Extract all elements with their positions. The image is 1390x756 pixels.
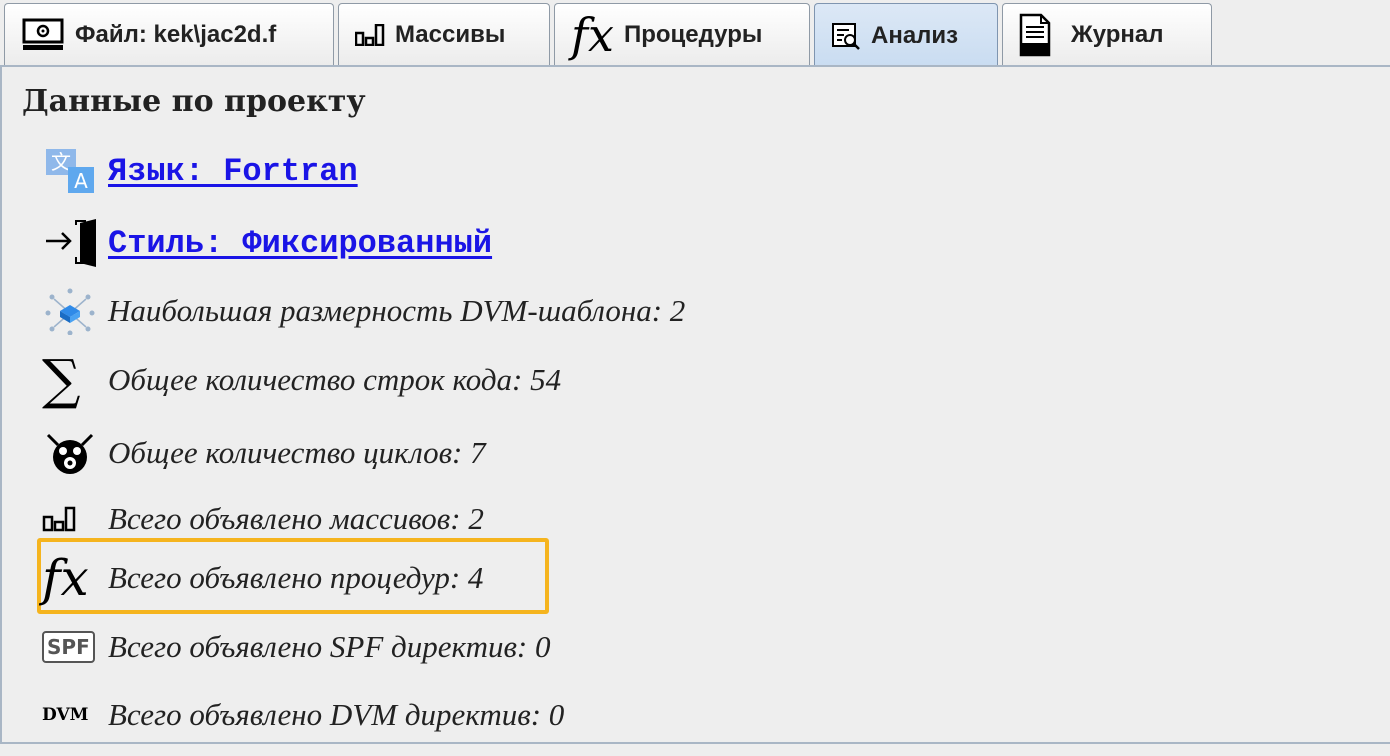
arrays-text: Всего объявлено массивов: 2 [108, 501, 484, 536]
procedures-text: Всего объявлено процедур: 4 [108, 560, 484, 595]
distribution-icon [42, 286, 100, 336]
arrays-icon [42, 494, 100, 544]
spf-text: Всего объявлено SPF директив: 0 [108, 629, 551, 664]
spf-row: SPF Всего объявлено SPF директив: 0 [42, 622, 551, 672]
section-title: Данные по проекту [22, 84, 366, 119]
tab-label: Файл: kek\jac2d.f [75, 20, 277, 48]
svg-text:A: A [74, 169, 88, 193]
arrays-row: Всего объявлено массивов: 2 [42, 494, 484, 544]
tab-label: Анализ [871, 21, 959, 49]
log-icon [1019, 13, 1051, 57]
procedures-row: fx Всего объявлено процедур: 4 [42, 553, 483, 603]
loops-row: Общее количество циклов: 7 [42, 428, 486, 478]
loops-text: Общее количество циклов: 7 [108, 435, 486, 470]
analysis-icon [831, 22, 861, 50]
style-link[interactable]: Стиль: Фиксированный [108, 225, 492, 262]
file-monitor-icon [21, 18, 65, 52]
tab-label: Массивы [395, 20, 506, 48]
lines-row: ∑ Общее количество строк кода: 54 [42, 348, 562, 411]
tab-arrays[interactable]: Массивы [338, 3, 550, 65]
dvm-text: Всего объявлено DVM директив: 0 [108, 697, 565, 732]
tab-label: Журнал [1071, 20, 1164, 48]
fx-icon: fx [571, 7, 614, 62]
language-link[interactable]: Язык: Fortran [108, 153, 358, 190]
translate-icon: 文 A [42, 146, 100, 196]
fx-icon: fx [42, 549, 89, 607]
tab-file[interactable]: Файл: kek\jac2d.f [4, 3, 334, 65]
lines-text: Общее количество строк кода: 54 [108, 362, 562, 397]
dvm-icon: DVM [42, 705, 89, 725]
enter-door-icon [42, 218, 100, 268]
style-row: Стиль: Фиксированный [42, 218, 492, 268]
tab-log[interactable]: Журнал [1002, 3, 1212, 65]
sigma-icon: ∑ [42, 348, 81, 411]
dvm-template-text: Наибольшая размерность DVM-шаблона: 2 [108, 293, 686, 328]
language-row: 文 A Язык: Fortran [42, 146, 358, 196]
loop-cat-icon [42, 428, 100, 478]
tab-procedures[interactable]: fx Процедуры [554, 3, 810, 65]
tab-analysis[interactable]: Анализ [814, 3, 998, 67]
bottom-border [0, 742, 1390, 744]
dvm-row: DVM Всего объявлено DVM директив: 0 [42, 690, 564, 740]
spf-icon-label: SPF [42, 631, 95, 663]
tab-label: Процедуры [623, 20, 763, 48]
arrays-icon [355, 23, 385, 46]
spf-icon: SPF [42, 622, 100, 672]
dvm-template-row: Наибольшая размерность DVM-шаблона: 2 [42, 286, 685, 336]
tab-bar: Файл: kek\jac2d.f Массивы fx Процедуры А… [0, 0, 1390, 67]
